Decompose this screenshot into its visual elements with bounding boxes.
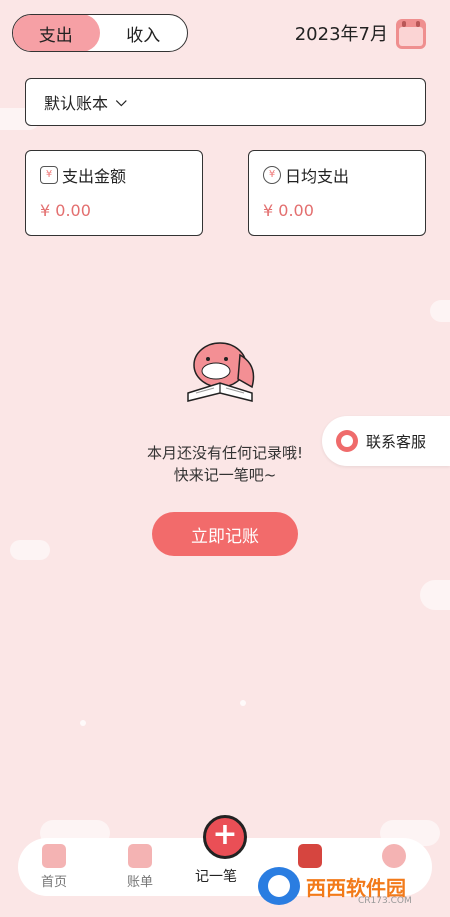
customer-service-button[interactable]: 联系客服 <box>322 416 450 466</box>
expense-total-value: ¥ 0.00 <box>40 201 91 220</box>
account-selector[interactable]: 默认账本 ⌵ <box>25 78 426 126</box>
tab-expense[interactable]: 支出 <box>13 15 100 51</box>
customer-service-label: 联系客服 <box>366 432 427 451</box>
add-record-label: 记一笔 <box>195 869 237 885</box>
cloud-decoration <box>10 540 50 560</box>
watermark-url: CR173.COM <box>358 896 412 906</box>
nav-home-label: 首页 <box>40 875 67 890</box>
mascot-reading-illustration <box>187 342 255 402</box>
cloud-decoration <box>430 300 450 322</box>
bill-icon <box>128 844 152 868</box>
expense-total-label: 支出金额 <box>62 167 127 186</box>
record-now-button[interactable]: 立即记账 <box>152 512 298 556</box>
daily-average-card: ¥ 日均支出 ¥ 0.00 <box>248 150 426 236</box>
expense-total-card: ¥ 支出金额 ¥ 0.00 <box>25 150 203 236</box>
empty-message-line2: 快来记一笔吧~ <box>173 466 277 484</box>
coin-icon: ¥ <box>263 166 281 184</box>
sparkle-decoration <box>80 720 86 726</box>
profile-icon <box>382 844 406 868</box>
chart-icon <box>298 844 322 868</box>
nav-bills-label: 账单 <box>126 875 153 890</box>
type-toggle: 支出 收入 <box>12 14 188 52</box>
daily-average-value: ¥ 0.00 <box>263 201 314 220</box>
home-icon <box>42 844 66 868</box>
daily-average-label: 日均支出 <box>285 167 350 186</box>
nav-home[interactable]: 首页 <box>24 844 84 890</box>
add-record-button[interactable]: + <box>203 815 247 859</box>
account-name: 默认账本 <box>44 94 109 113</box>
month-label[interactable]: 2023年7月 <box>295 20 388 46</box>
cloud-decoration <box>420 580 450 610</box>
headset-icon <box>336 430 358 452</box>
chevron-down-icon: ⌵ <box>116 94 127 110</box>
watermark-logo-icon <box>258 867 300 905</box>
watermark: 西西软件园 CR173.COM <box>258 866 428 906</box>
wallet-icon: ¥ <box>40 166 58 184</box>
nav-bills[interactable]: 账单 <box>110 844 170 890</box>
calendar-icon[interactable] <box>396 19 426 49</box>
sparkle-decoration <box>240 700 246 706</box>
tab-income[interactable]: 收入 <box>100 15 188 51</box>
